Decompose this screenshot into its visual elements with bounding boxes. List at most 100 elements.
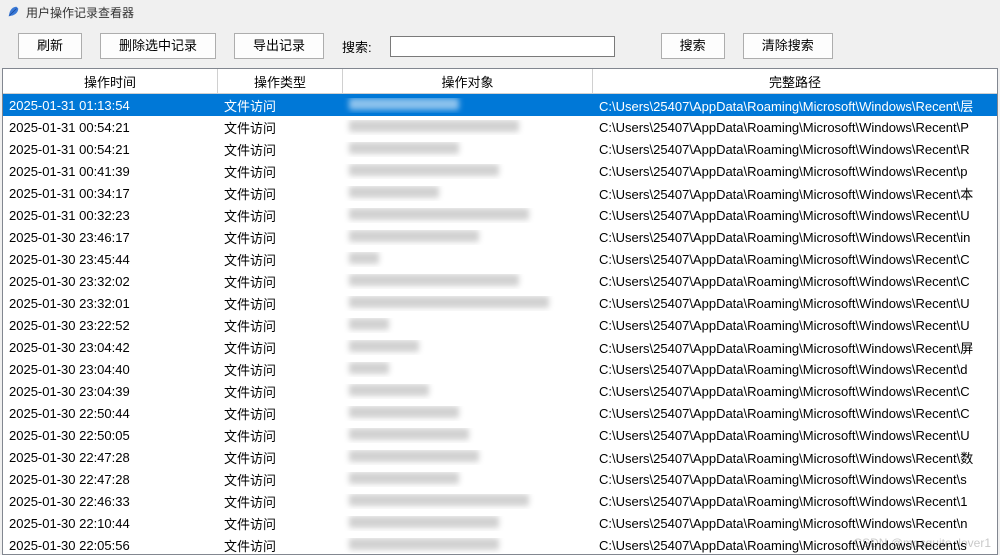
table-header: 操作时间 操作类型 操作对象 完整路径 — [3, 69, 997, 94]
cell-path: C:\Users\25407\AppData\Roaming\Microsoft… — [593, 472, 997, 487]
col-header-time[interactable]: 操作时间 — [3, 69, 218, 93]
cell-target — [343, 406, 593, 421]
toolbar: 刷新 删除选中记录 导出记录 搜索: 搜索 清除搜索 — [0, 24, 1000, 68]
table-row[interactable]: 2025-01-30 22:46:33文件访问C:\Users\25407\Ap… — [3, 490, 997, 512]
table-row[interactable]: 2025-01-30 22:05:56文件访问C:\Users\25407\Ap… — [3, 534, 997, 555]
cell-type: 文件访问 — [218, 206, 343, 225]
cell-time: 2025-01-30 23:04:42 — [3, 340, 218, 355]
table-row[interactable]: 2025-01-30 22:47:28文件访问 C:\Users\25407\Ap… — [3, 468, 997, 490]
col-header-path[interactable]: 完整路径 — [593, 69, 997, 93]
table-row[interactable]: 2025-01-30 23:04:42文件访问C:\Users\25407\Ap… — [3, 336, 997, 358]
cell-type: 文件访问 — [218, 404, 343, 423]
cell-time: 2025-01-30 22:47:28 — [3, 450, 218, 465]
search-button[interactable]: 搜索 — [661, 33, 725, 59]
search-input[interactable] — [390, 36, 615, 57]
cell-path: C:\Users\25407\AppData\Roaming\Microsoft… — [593, 230, 997, 245]
cell-type: 文件访问 — [218, 360, 343, 379]
cell-target — [343, 142, 593, 157]
cell-path: C:\Users\25407\AppData\Roaming\Microsoft… — [593, 448, 997, 467]
cell-path: C:\Users\25407\AppData\Roaming\Microsoft… — [593, 538, 997, 553]
cell-path: C:\Users\25407\AppData\Roaming\Microsoft… — [593, 296, 997, 311]
table-row[interactable]: 2025-01-30 23:04:40文件访问C:\Users\25407\Ap… — [3, 358, 997, 380]
cell-path: C:\Users\25407\AppData\Roaming\Microsoft… — [593, 274, 997, 289]
cell-target — [343, 120, 593, 135]
cell-target — [343, 538, 593, 553]
cell-target — [343, 164, 593, 179]
table-row[interactable]: 2025-01-30 22:50:44文件访问C:\Users\25407\Ap… — [3, 402, 997, 424]
table-row[interactable]: 2025-01-31 01:13:54文件访问 C:\Users\25407\Ap… — [3, 94, 997, 116]
export-button[interactable]: 导出记录 — [234, 33, 324, 59]
cell-time: 2025-01-30 22:50:05 — [3, 428, 218, 443]
cell-type: 文件访问 — [218, 250, 343, 269]
app-feather-icon — [6, 5, 20, 19]
table-row[interactable]: 2025-01-31 00:34:17文件访问C:\Users\25407\Ap… — [3, 182, 997, 204]
cell-target — [343, 494, 593, 509]
table-row[interactable]: 2025-01-30 22:10:44文件访问C:\Users\25407\Ap… — [3, 512, 997, 534]
table-row[interactable]: 2025-01-31 00:32:23文件访问C:\Users\25407\Ap… — [3, 204, 997, 226]
cell-path: C:\Users\25407\AppData\Roaming\Microsoft… — [593, 120, 997, 135]
table-row[interactable]: 2025-01-31 00:41:39文件访问C:\Users\25407\Ap… — [3, 160, 997, 182]
cell-type: 文件访问 — [218, 228, 343, 247]
table-row[interactable]: 2025-01-31 00:54:21文件访问 C:\Users\25407\Ap… — [3, 116, 997, 138]
cell-target — [343, 340, 593, 355]
table-row[interactable]: 2025-01-30 23:46:17文件访问 C:\Users\25407\Ap… — [3, 226, 997, 248]
cell-time: 2025-01-31 00:54:21 — [3, 142, 218, 157]
refresh-button[interactable]: 刷新 — [18, 33, 82, 59]
cell-time: 2025-01-30 22:47:28 — [3, 472, 218, 487]
col-header-target[interactable]: 操作对象 — [343, 69, 593, 93]
cell-time: 2025-01-31 00:41:39 — [3, 164, 218, 179]
cell-target — [343, 318, 593, 333]
search-label: 搜索: — [342, 37, 372, 56]
table-row[interactable]: 2025-01-30 23:45:44文件访问C:\Users\25407\Ap… — [3, 248, 997, 270]
records-table: 操作时间 操作类型 操作对象 完整路径 2025-01-31 01:13:54文… — [2, 68, 998, 555]
cell-time: 2025-01-30 22:46:33 — [3, 494, 218, 509]
col-header-type[interactable]: 操作类型 — [218, 69, 343, 93]
cell-time: 2025-01-30 23:32:02 — [3, 274, 218, 289]
cell-time: 2025-01-31 00:54:21 — [3, 120, 218, 135]
cell-path: C:\Users\25407\AppData\Roaming\Microsoft… — [593, 184, 997, 203]
cell-path: C:\Users\25407\AppData\Roaming\Microsoft… — [593, 318, 997, 333]
cell-time: 2025-01-30 23:04:39 — [3, 384, 218, 399]
table-row[interactable]: 2025-01-30 23:04:39文件访问C:\Users\25407\Ap… — [3, 380, 997, 402]
table-row[interactable]: 2025-01-30 23:32:01文件访问 C:\Users\25407\Ap… — [3, 292, 997, 314]
cell-path: C:\Users\25407\AppData\Roaming\Microsoft… — [593, 384, 997, 399]
cell-type: 文件访问 — [218, 294, 343, 313]
table-row[interactable]: 2025-01-30 22:47:28文件访问C:\Users\25407\Ap… — [3, 446, 997, 468]
cell-type: 文件访问 — [218, 492, 343, 511]
app-window: 用户操作记录查看器 刷新 删除选中记录 导出记录 搜索: 搜索 清除搜索 操作时… — [0, 0, 1000, 555]
cell-type: 文件访问 — [218, 426, 343, 445]
cell-type: 文件访问 — [218, 118, 343, 137]
cell-type: 文件访问 — [218, 184, 343, 203]
cell-type: 文件访问 — [218, 162, 343, 181]
cell-time: 2025-01-31 01:13:54 — [3, 98, 218, 113]
cell-path: C:\Users\25407\AppData\Roaming\Microsoft… — [593, 252, 997, 267]
cell-target — [343, 472, 593, 487]
cell-target — [343, 274, 593, 289]
delete-selected-button[interactable]: 删除选中记录 — [100, 33, 216, 59]
cell-type: 文件访问 — [218, 536, 343, 555]
cell-type: 文件访问 — [218, 470, 343, 489]
clear-search-button[interactable]: 清除搜索 — [743, 33, 833, 59]
cell-type: 文件访问 — [218, 316, 343, 335]
cell-target — [343, 186, 593, 201]
cell-time: 2025-01-30 23:46:17 — [3, 230, 218, 245]
cell-type: 文件访问 — [218, 140, 343, 159]
table-row[interactable]: 2025-01-31 00:54:21文件访问C:\Users\25407\Ap… — [3, 138, 997, 160]
table-body: 2025-01-31 01:13:54文件访问C:\Users\25407\Ap… — [3, 94, 997, 555]
cell-target — [343, 384, 593, 399]
cell-time: 2025-01-30 22:10:44 — [3, 516, 218, 531]
table-row[interactable]: 2025-01-30 22:50:05文件访问C:\Users\25407\Ap… — [3, 424, 997, 446]
cell-target — [343, 98, 593, 113]
cell-target — [343, 208, 593, 223]
cell-type: 文件访问 — [218, 96, 343, 115]
cell-time: 2025-01-30 23:32:01 — [3, 296, 218, 311]
cell-time: 2025-01-31 00:32:23 — [3, 208, 218, 223]
table-row[interactable]: 2025-01-30 23:22:52文件访问C:\Users\25407\Ap… — [3, 314, 997, 336]
cell-path: C:\Users\25407\AppData\Roaming\Microsoft… — [593, 96, 997, 115]
table-row[interactable]: 2025-01-30 23:32:02文件访问C:\Users\25407\Ap… — [3, 270, 997, 292]
cell-path: C:\Users\25407\AppData\Roaming\Microsoft… — [593, 362, 997, 377]
cell-target — [343, 296, 593, 311]
cell-target — [343, 230, 593, 245]
titlebar: 用户操作记录查看器 — [0, 0, 1000, 24]
cell-path: C:\Users\25407\AppData\Roaming\Microsoft… — [593, 338, 997, 357]
